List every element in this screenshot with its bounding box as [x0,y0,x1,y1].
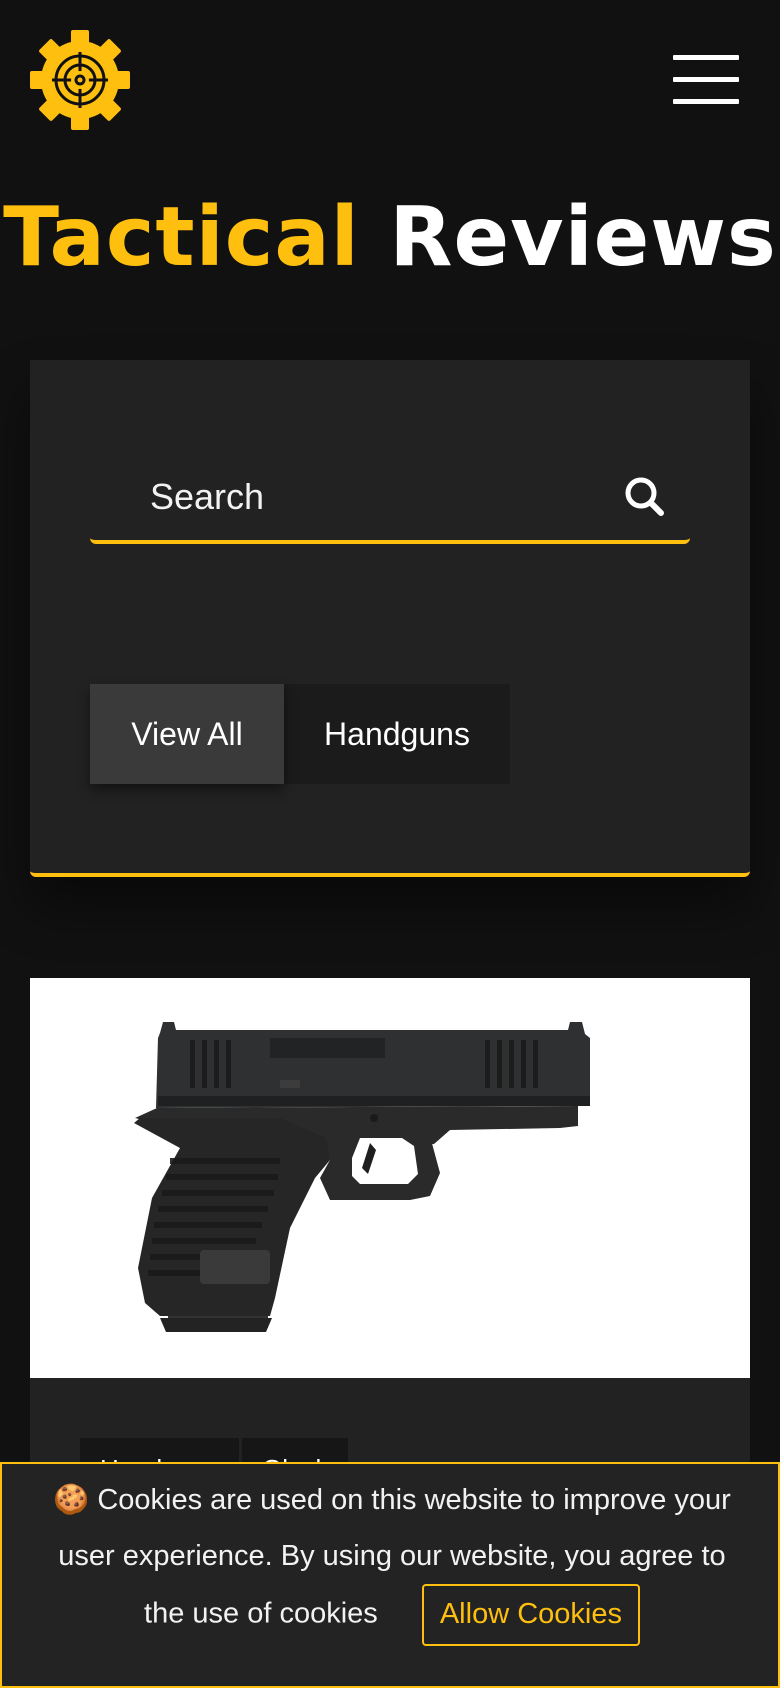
search-input[interactable] [90,454,610,540]
category-filters: View All Handguns [90,684,510,784]
cookie-message: 🍪 Cookies are used on this website to im… [42,1464,742,1646]
hamburger-menu-icon[interactable] [673,55,739,105]
handgun-image[interactable] [30,978,750,1378]
allow-cookies-button[interactable]: Allow Cookies [421,1584,640,1646]
cookie-banner: 🍪 Cookies are used on this website to im… [0,1462,780,1688]
filter-panel: View All Handguns [30,360,750,877]
site-title-part2: Reviews [389,190,777,285]
search-box [90,454,690,544]
site-title-part1: Tactical [3,190,360,285]
menu-bar [673,77,739,82]
cookie-icon: 🍪 [53,1484,90,1516]
gear-target-icon[interactable] [30,30,130,130]
site-header [0,0,780,160]
filter-handguns-button[interactable]: Handguns [284,684,510,784]
menu-bar [673,99,739,104]
site-title: Tactical Reviews [0,188,780,288]
filter-view-all-button[interactable]: View All [90,684,284,784]
search-icon[interactable] [620,472,670,522]
menu-bar [673,55,739,60]
